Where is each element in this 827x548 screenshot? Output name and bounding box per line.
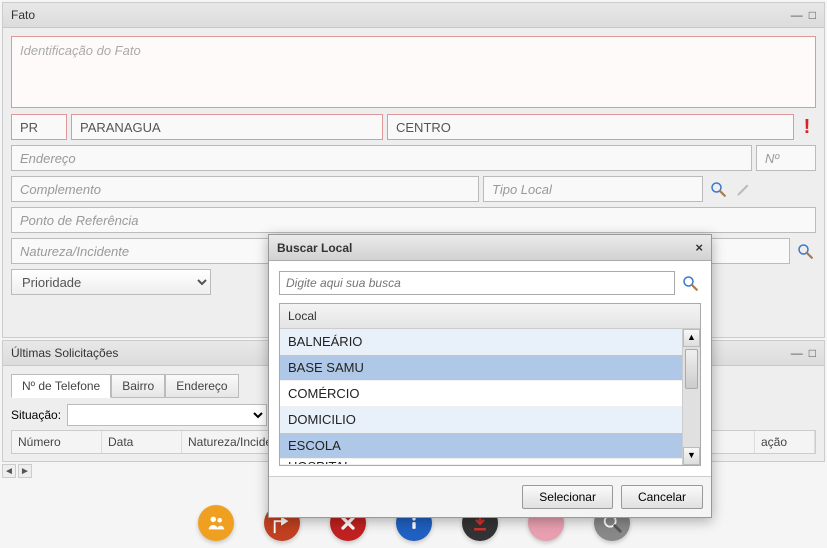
- search-natureza-icon[interactable]: [794, 240, 816, 262]
- scroll-arrows: ◄ ►: [2, 464, 32, 478]
- buscar-local-dialog: Buscar Local × Local BALNEÁRIO BASE SAMU…: [268, 234, 712, 518]
- search-tipo-local-icon[interactable]: [707, 178, 729, 200]
- edit-icon[interactable]: [733, 178, 755, 200]
- numero-input[interactable]: Nº: [756, 145, 816, 171]
- complemento-input[interactable]: Complemento: [11, 176, 479, 202]
- scroll-thumb[interactable]: [685, 349, 698, 389]
- selecionar-button[interactable]: Selecionar: [522, 485, 613, 509]
- list-header: Local: [280, 304, 700, 329]
- col-data: Data: [102, 431, 182, 453]
- city-field[interactable]: PARANAGUA: [71, 114, 383, 140]
- minimize-icon[interactable]: —: [791, 8, 803, 22]
- situacao-label: Situação:: [11, 408, 61, 422]
- scroll-right-icon[interactable]: ►: [18, 464, 32, 478]
- list-item[interactable]: COMÉRCIO: [280, 381, 700, 407]
- tab-telefone[interactable]: Nº de Telefone: [11, 374, 111, 398]
- minimize-icon-2[interactable]: —: [791, 346, 803, 360]
- prioridade-select[interactable]: Prioridade: [11, 269, 211, 295]
- ultimas-title: Últimas Solicitações: [11, 346, 118, 360]
- maximize-icon[interactable]: □: [809, 8, 816, 22]
- list-item[interactable]: HOSPITAL: [280, 459, 700, 465]
- maximize-icon-2[interactable]: □: [809, 346, 816, 360]
- local-list: Local BALNEÁRIO BASE SAMU COMÉRCIO DOMIC…: [279, 303, 701, 466]
- identificacao-input[interactable]: Identificação do Fato: [11, 36, 816, 108]
- col-acao: ação: [755, 431, 815, 453]
- scroll-left-icon[interactable]: ◄: [2, 464, 16, 478]
- referencia-input[interactable]: Ponto de Referência: [11, 207, 816, 233]
- cancelar-button[interactable]: Cancelar: [621, 485, 703, 509]
- col-numero: Número: [12, 431, 102, 453]
- situacao-select[interactable]: [67, 404, 267, 426]
- uf-field[interactable]: PR: [11, 114, 67, 140]
- tipo-local-input[interactable]: Tipo Local: [483, 176, 703, 202]
- close-icon[interactable]: ×: [695, 240, 703, 255]
- scroll-down-icon[interactable]: ▼: [683, 447, 700, 465]
- people-icon[interactable]: [198, 505, 234, 541]
- endereco-input[interactable]: Endereço: [11, 145, 752, 171]
- list-item[interactable]: ESCOLA: [280, 433, 700, 459]
- scrollbar[interactable]: ▲ ▼: [682, 329, 700, 465]
- list-item[interactable]: BASE SAMU: [280, 355, 700, 381]
- alert-icon: !: [798, 116, 816, 139]
- modal-title: Buscar Local: [277, 241, 352, 255]
- list-body: BALNEÁRIO BASE SAMU COMÉRCIO DOMICILIO E…: [280, 329, 700, 465]
- list-item[interactable]: DOMICILIO: [280, 407, 700, 433]
- tab-bairro[interactable]: Bairro: [111, 374, 165, 398]
- search-icon[interactable]: [679, 272, 701, 294]
- list-item[interactable]: BALNEÁRIO: [280, 329, 700, 355]
- scroll-up-icon[interactable]: ▲: [683, 329, 700, 347]
- fato-title: Fato: [11, 8, 35, 22]
- fato-header: Fato — □: [3, 3, 824, 28]
- tab-endereco[interactable]: Endereço: [165, 374, 238, 398]
- search-input[interactable]: [279, 271, 675, 295]
- district-field[interactable]: CENTRO: [387, 114, 794, 140]
